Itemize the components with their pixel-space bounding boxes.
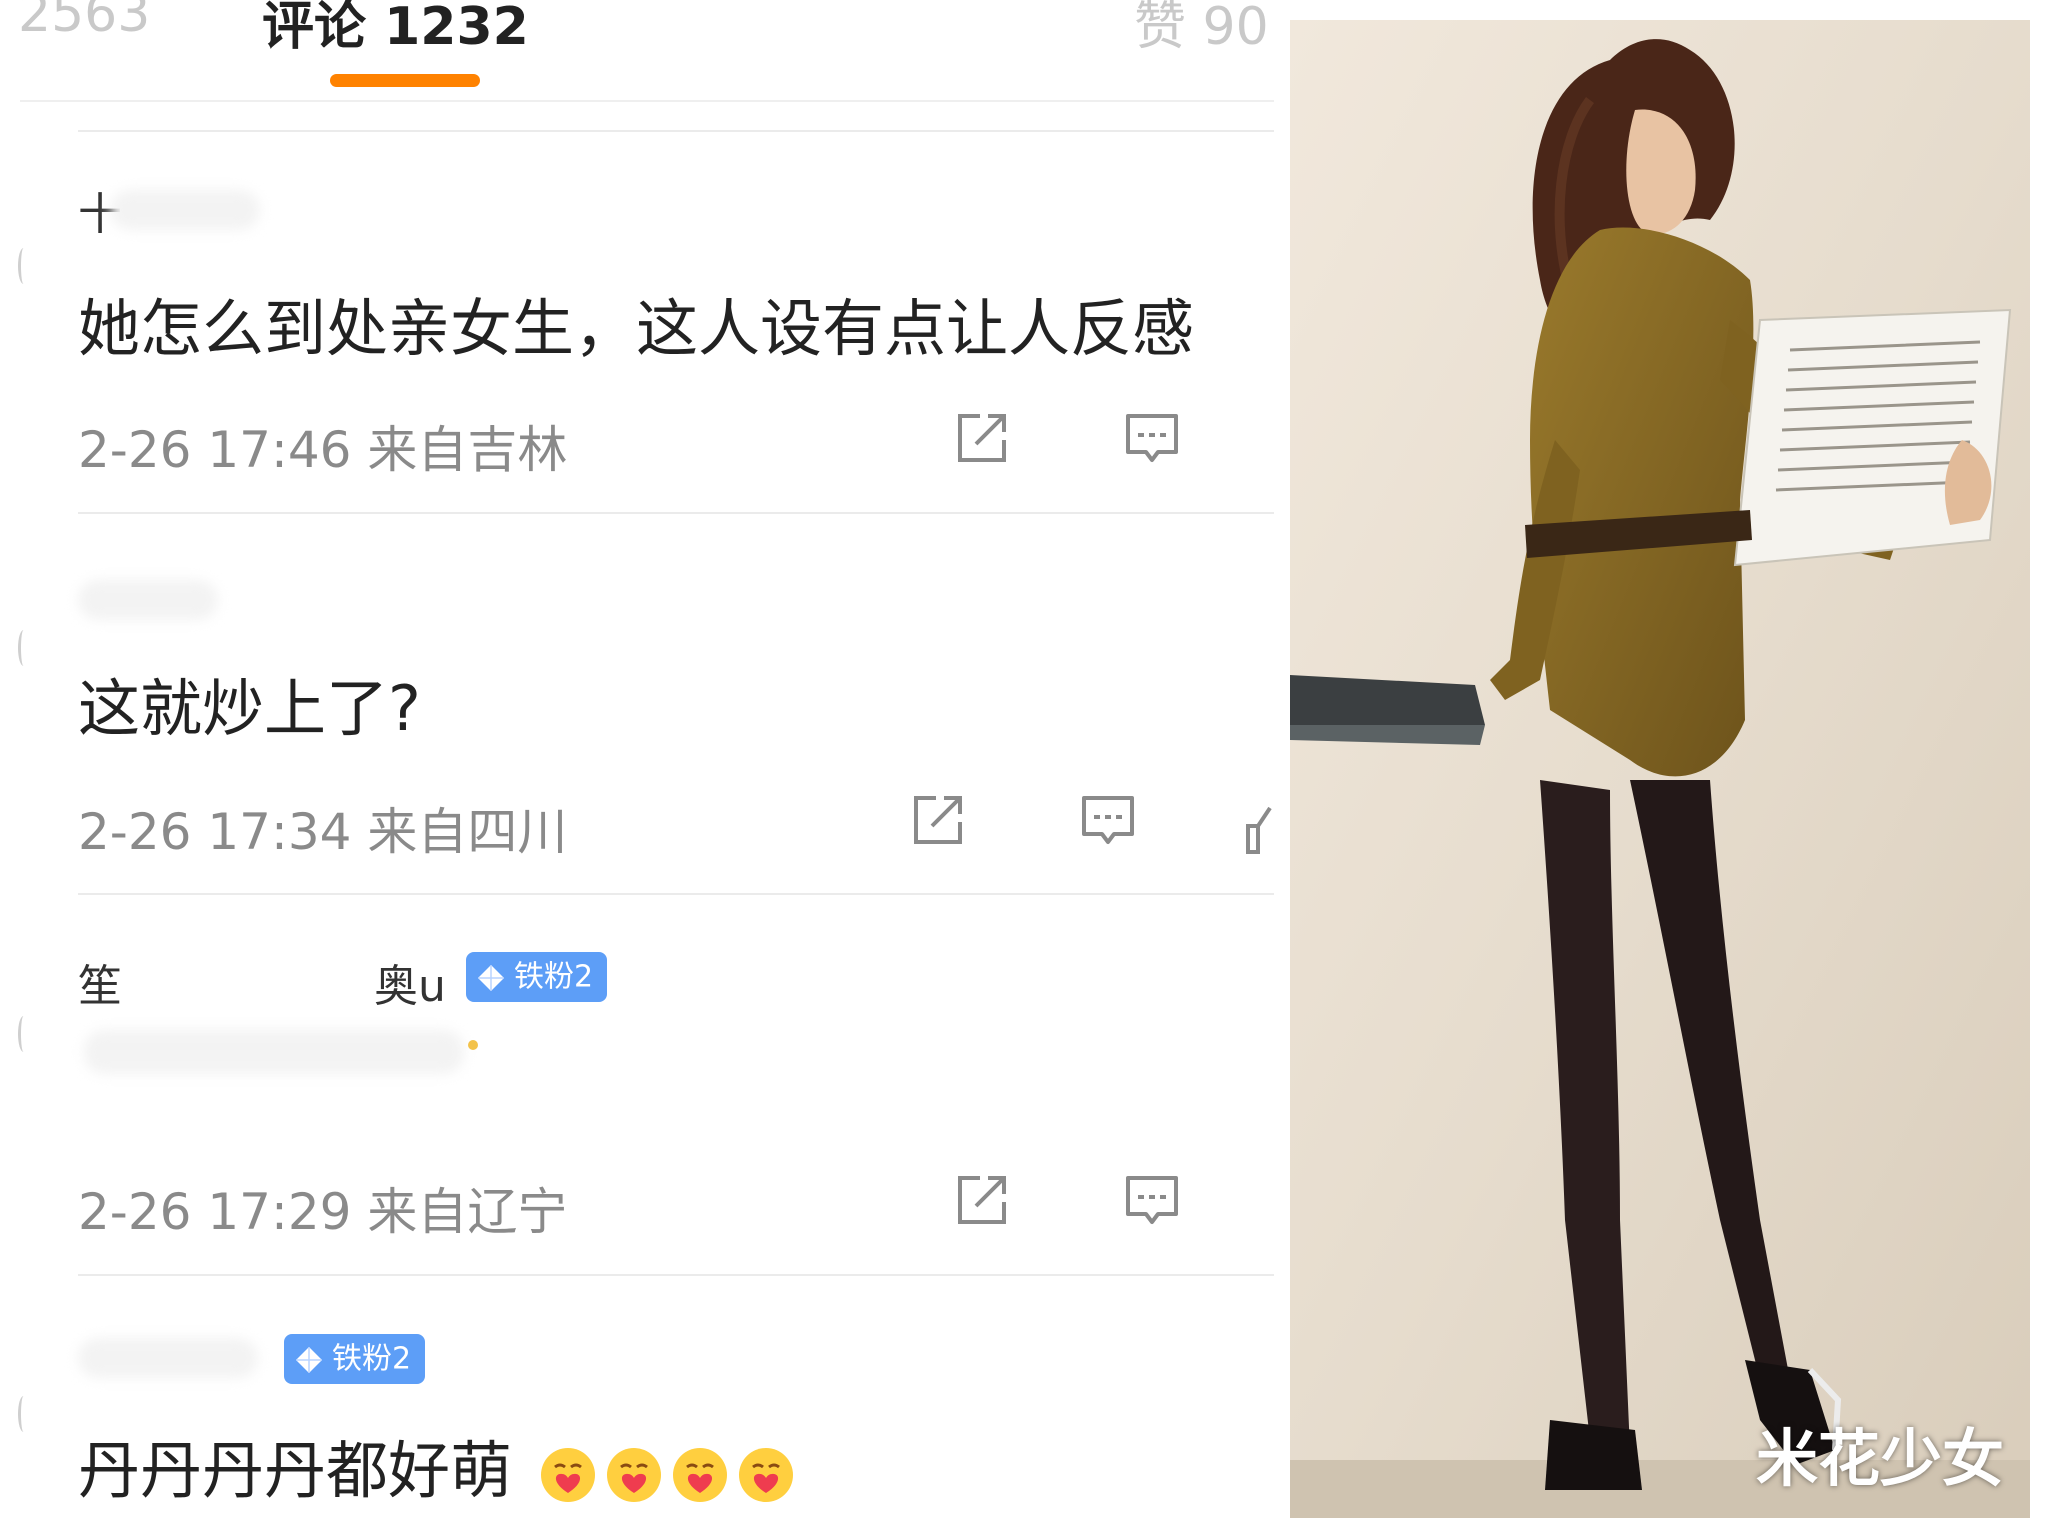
username-redaction xyxy=(110,190,260,230)
heart-hug-emoji xyxy=(540,1447,595,1502)
divider xyxy=(78,893,1274,895)
username-redaction xyxy=(78,580,218,620)
share-icon[interactable] xyxy=(908,790,968,850)
comment-location: 来自辽宁 xyxy=(367,1183,568,1241)
comment-time: 2-26 17:46 xyxy=(78,421,352,479)
comment-text: 丹丹丹丹都好萌 xyxy=(78,1434,513,1507)
avatar-edge xyxy=(18,1016,29,1052)
divider xyxy=(78,512,1274,514)
tab-reposts[interactable]: 2563 xyxy=(18,0,150,44)
share-icon[interactable] xyxy=(952,408,1012,468)
diamond-icon xyxy=(296,1346,322,1373)
comment-text: 这就炒上了? xyxy=(78,672,421,745)
divider xyxy=(78,130,1274,132)
heart-hug-emoji xyxy=(606,1447,661,1502)
tab-divider xyxy=(20,100,1274,102)
heart-hug-emoji xyxy=(738,1447,793,1502)
active-tab-indicator xyxy=(330,74,480,87)
comment-location: 来自吉林 xyxy=(367,421,568,479)
tab-comments[interactable]: 评论 1232 xyxy=(262,0,529,59)
comment-meta: 2-26 17:34 来自四川 xyxy=(78,792,567,864)
comment-text: 她怎么到处亲女生，这人设有点让人反感 xyxy=(78,292,1195,365)
comment-meta: 2-26 17:29 来自辽宁 xyxy=(78,1172,567,1244)
comment-icon[interactable] xyxy=(1122,408,1182,468)
comment-username-end[interactable]: 奥u xyxy=(374,950,446,1014)
comment-meta: 2-26 17:46 来自吉林 xyxy=(78,410,567,482)
heart-hug-emoji xyxy=(672,1447,727,1502)
comment-time: 2-26 17:29 xyxy=(78,1183,352,1241)
diamond-icon xyxy=(478,964,504,991)
comment-location: 来自四川 xyxy=(367,803,568,861)
avatar-edge xyxy=(18,248,29,284)
fan-badge-label: 铁粉2 xyxy=(332,1341,412,1377)
fan-badge[interactable]: 铁粉2 xyxy=(284,1334,426,1384)
watermark: 米花少女 xyxy=(1755,1422,2004,1495)
avatar-edge xyxy=(18,630,29,666)
divider xyxy=(78,1274,1274,1276)
comment-username-start[interactable]: 笙 xyxy=(78,950,122,1014)
comment-icon[interactable] xyxy=(1078,790,1138,850)
comment-time: 2-26 17:34 xyxy=(78,803,352,861)
like-icon[interactable] xyxy=(1244,800,1280,860)
avatar-edge xyxy=(18,1396,29,1432)
fan-badge-label: 铁粉2 xyxy=(514,959,594,995)
emoji-fragment xyxy=(468,1040,478,1050)
comment-line: 丹丹丹丹都好萌 xyxy=(78,1420,796,1510)
fashion-photo: 米花少女 xyxy=(1290,20,2030,1518)
tab-likes[interactable]: 赞 90 xyxy=(1134,0,1269,59)
photo-illustration xyxy=(1290,20,2030,1518)
comment-icon[interactable] xyxy=(1122,1170,1182,1230)
username-redaction xyxy=(78,1338,258,1378)
comment-redaction xyxy=(84,1030,464,1074)
fan-badge[interactable]: 铁粉2 xyxy=(466,952,608,1002)
comment-panel: 2563 评论 1232 赞 90 十 她怎么到处亲女生，这人设有点让人反感 2… xyxy=(0,0,1280,1535)
share-icon[interactable] xyxy=(952,1170,1012,1230)
